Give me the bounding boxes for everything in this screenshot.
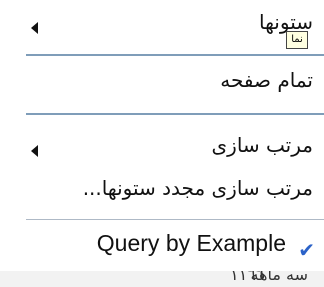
submenu-arrow-icon <box>31 22 38 34</box>
menu-item-reorder-columns[interactable]: مرتب سازی مجدد ستونها... <box>0 166 324 218</box>
background-table-row: ١١٦٦ سه ماهه <box>0 271 324 287</box>
menu-item-label: تمام صفحه <box>220 68 313 92</box>
menu-separator <box>26 54 324 56</box>
menu-item-full-page[interactable]: تمام صفحه <box>0 58 324 110</box>
context-menu: ستونها نما تمام صفحه مرتب سازی مرتب سازی… <box>0 0 324 271</box>
checkmark-icon: ✔ <box>298 238 315 262</box>
menu-item-columns[interactable]: ستونها <box>0 0 324 52</box>
table-cell: سه ماهه <box>250 271 308 284</box>
menu-separator <box>26 219 324 220</box>
submenu-arrow-icon <box>31 145 38 157</box>
tooltip: نما <box>286 31 308 49</box>
menu-item-label: مرتب سازی مجدد ستونها... <box>82 176 313 200</box>
menu-item-label: مرتب سازی <box>211 133 313 157</box>
menu-item-query-by-example[interactable]: ✔ Query by Example <box>0 222 324 274</box>
menu-item-label: Query by Example <box>96 230 286 256</box>
menu-separator <box>26 113 324 115</box>
